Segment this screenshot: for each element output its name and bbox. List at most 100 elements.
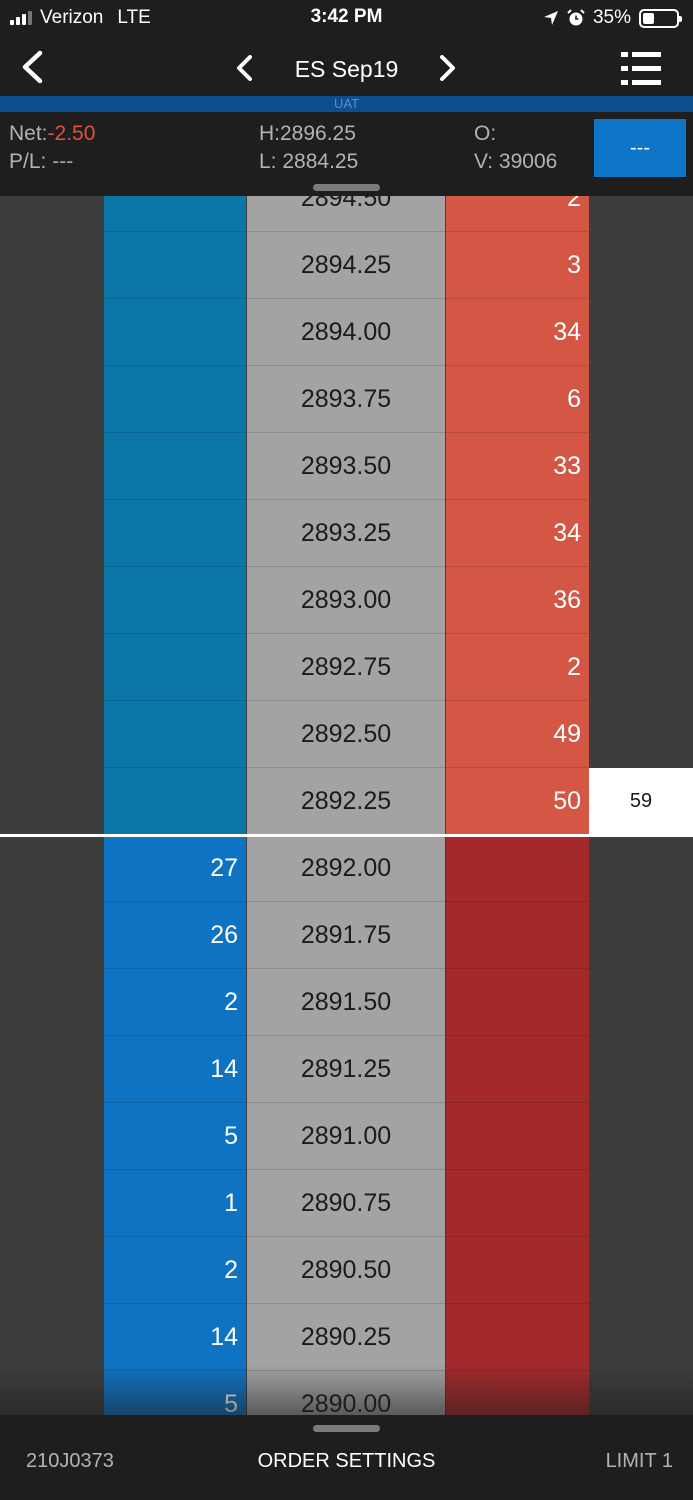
ask-cell[interactable]: 2 [446, 634, 589, 701]
session-high: H:2896.25 [259, 122, 356, 146]
session-volume: V: 39006 [474, 150, 557, 174]
bid-cell[interactable] [104, 299, 246, 366]
bid-cell[interactable] [104, 701, 246, 768]
ask-cell[interactable] [446, 902, 589, 969]
ladder-row: 2894.00 34 [0, 299, 693, 366]
status-right: 35% [543, 6, 682, 30]
location-arrow-icon [543, 11, 558, 25]
open-label: O: [474, 122, 497, 145]
bid-cell[interactable] [104, 500, 246, 567]
price-cell: 2890.00 [247, 1371, 445, 1415]
ask-cell[interactable] [446, 1304, 589, 1371]
ask-cell[interactable]: 6 [446, 366, 589, 433]
net-label: Net: [9, 122, 48, 145]
bid-cell[interactable]: 26 [104, 902, 246, 969]
ladder-row: 5 2891.00 [0, 1103, 693, 1170]
price-cell: 2894.25 [247, 232, 445, 299]
battery-icon [639, 8, 682, 28]
ladder-row: 2894.50 2 [0, 196, 693, 232]
ask-cell[interactable] [446, 1103, 589, 1170]
volume-label: V: [474, 150, 494, 173]
volume-value: 39006 [498, 150, 558, 173]
bid-cell[interactable] [104, 634, 246, 701]
bottom-drag-handle[interactable] [313, 1425, 380, 1432]
bid-cell[interactable] [104, 433, 246, 500]
ask-cell[interactable]: 34 [446, 500, 589, 567]
bid-cell[interactable] [104, 196, 246, 232]
ask-cell[interactable]: 3 [446, 232, 589, 299]
session-low: L: 2884.25 [259, 150, 358, 174]
low-value: 2884.25 [282, 150, 359, 173]
ladder-row: 14 2890.25 [0, 1304, 693, 1371]
ladder-row: 2 2890.50 [0, 1237, 693, 1304]
ask-cell[interactable]: 50 [446, 768, 589, 835]
info-panel: Net:-2.50 P/L: --- H:2896.25 L: 2884.25 … [0, 112, 693, 196]
ladder-row: 2892.75 2 [0, 634, 693, 701]
bid-cell[interactable]: 14 [104, 1304, 246, 1371]
alarm-clock-icon [567, 9, 585, 26]
contract-title[interactable]: ES Sep19 [0, 56, 693, 83]
price-cell: 2894.50 [247, 196, 445, 232]
ask-cell[interactable] [446, 969, 589, 1036]
panel-drag-handle[interactable] [313, 184, 380, 191]
price-cell: 2893.00 [247, 567, 445, 634]
last-trade-quantity: 59 [589, 768, 693, 835]
bid-cell[interactable]: 2 [104, 1237, 246, 1304]
pl-label: P/L: [9, 150, 47, 173]
price-cell: 2893.50 [247, 433, 445, 500]
bid-cell[interactable]: 2 [104, 969, 246, 1036]
list-menu-icon[interactable] [621, 50, 661, 88]
price-cell: 2892.25 [247, 768, 445, 835]
bid-cell[interactable] [104, 366, 246, 433]
ask-cell[interactable] [446, 1170, 589, 1237]
price-cell: 2892.00 [247, 835, 445, 902]
ask-cell[interactable]: 2 [446, 196, 589, 232]
environment-banner: UAT [0, 96, 693, 112]
ladder-row: 2892.25 50 59 [0, 768, 693, 835]
ask-cell[interactable]: 36 [446, 567, 589, 634]
ladder-row: 26 2891.75 [0, 902, 693, 969]
nav-bar: ES Sep19 [0, 36, 693, 96]
price-cell: 2892.75 [247, 634, 445, 701]
order-settings-button[interactable]: ORDER SETTINGS [0, 1450, 693, 1473]
bid-cell[interactable]: 27 [104, 835, 246, 902]
bid-cell[interactable]: 14 [104, 1036, 246, 1103]
ladder-row: 2893.00 36 [0, 567, 693, 634]
bid-cell[interactable]: 5 [104, 1371, 246, 1415]
bid-cell[interactable]: 1 [104, 1170, 246, 1237]
ladder-row: 27 2892.00 [0, 835, 693, 902]
ask-cell[interactable]: 33 [446, 433, 589, 500]
battery-percent: 35% [592, 7, 631, 28]
order-type-quantity[interactable]: LIMIT 1 [606, 1450, 673, 1473]
ladder-row: 2894.25 3 [0, 232, 693, 299]
price-cell: 2891.25 [247, 1036, 445, 1103]
ask-cell[interactable]: 49 [446, 701, 589, 768]
price-cell: 2892.50 [247, 701, 445, 768]
ask-cell[interactable] [446, 1237, 589, 1304]
ask-cell[interactable]: 34 [446, 299, 589, 366]
bid-cell[interactable] [104, 768, 246, 835]
next-contract-icon[interactable] [434, 55, 460, 81]
price-cell: 2893.75 [247, 366, 445, 433]
price-cell: 2894.00 [247, 299, 445, 366]
ask-cell[interactable] [446, 1036, 589, 1103]
net-position: Net:-2.50 [9, 122, 95, 146]
high-value: 2896.25 [280, 122, 356, 145]
profit-loss: P/L: --- [9, 150, 73, 174]
ask-cell[interactable] [446, 1371, 589, 1415]
price-cell: 2890.50 [247, 1237, 445, 1304]
ladder-row: 2893.50 33 [0, 433, 693, 500]
pl-value: --- [52, 150, 74, 173]
bottom-bar: 210J0373 ORDER SETTINGS LIMIT 1 [0, 1415, 693, 1500]
price-cell: 2891.00 [247, 1103, 445, 1170]
high-label: H: [259, 122, 280, 145]
position-action-button[interactable]: --- [594, 119, 686, 177]
bid-cell[interactable] [104, 232, 246, 299]
bid-cell[interactable]: 5 [104, 1103, 246, 1170]
price-cell: 2891.50 [247, 969, 445, 1036]
price-ladder[interactable]: 5 2890.00 14 2890.25 2 2890.50 1 2890.75 5 2891.0… [0, 196, 693, 1415]
ladder-row: 2893.75 6 [0, 366, 693, 433]
bid-cell[interactable] [104, 567, 246, 634]
price-cell: 2890.25 [247, 1304, 445, 1371]
ask-cell[interactable] [446, 835, 589, 902]
